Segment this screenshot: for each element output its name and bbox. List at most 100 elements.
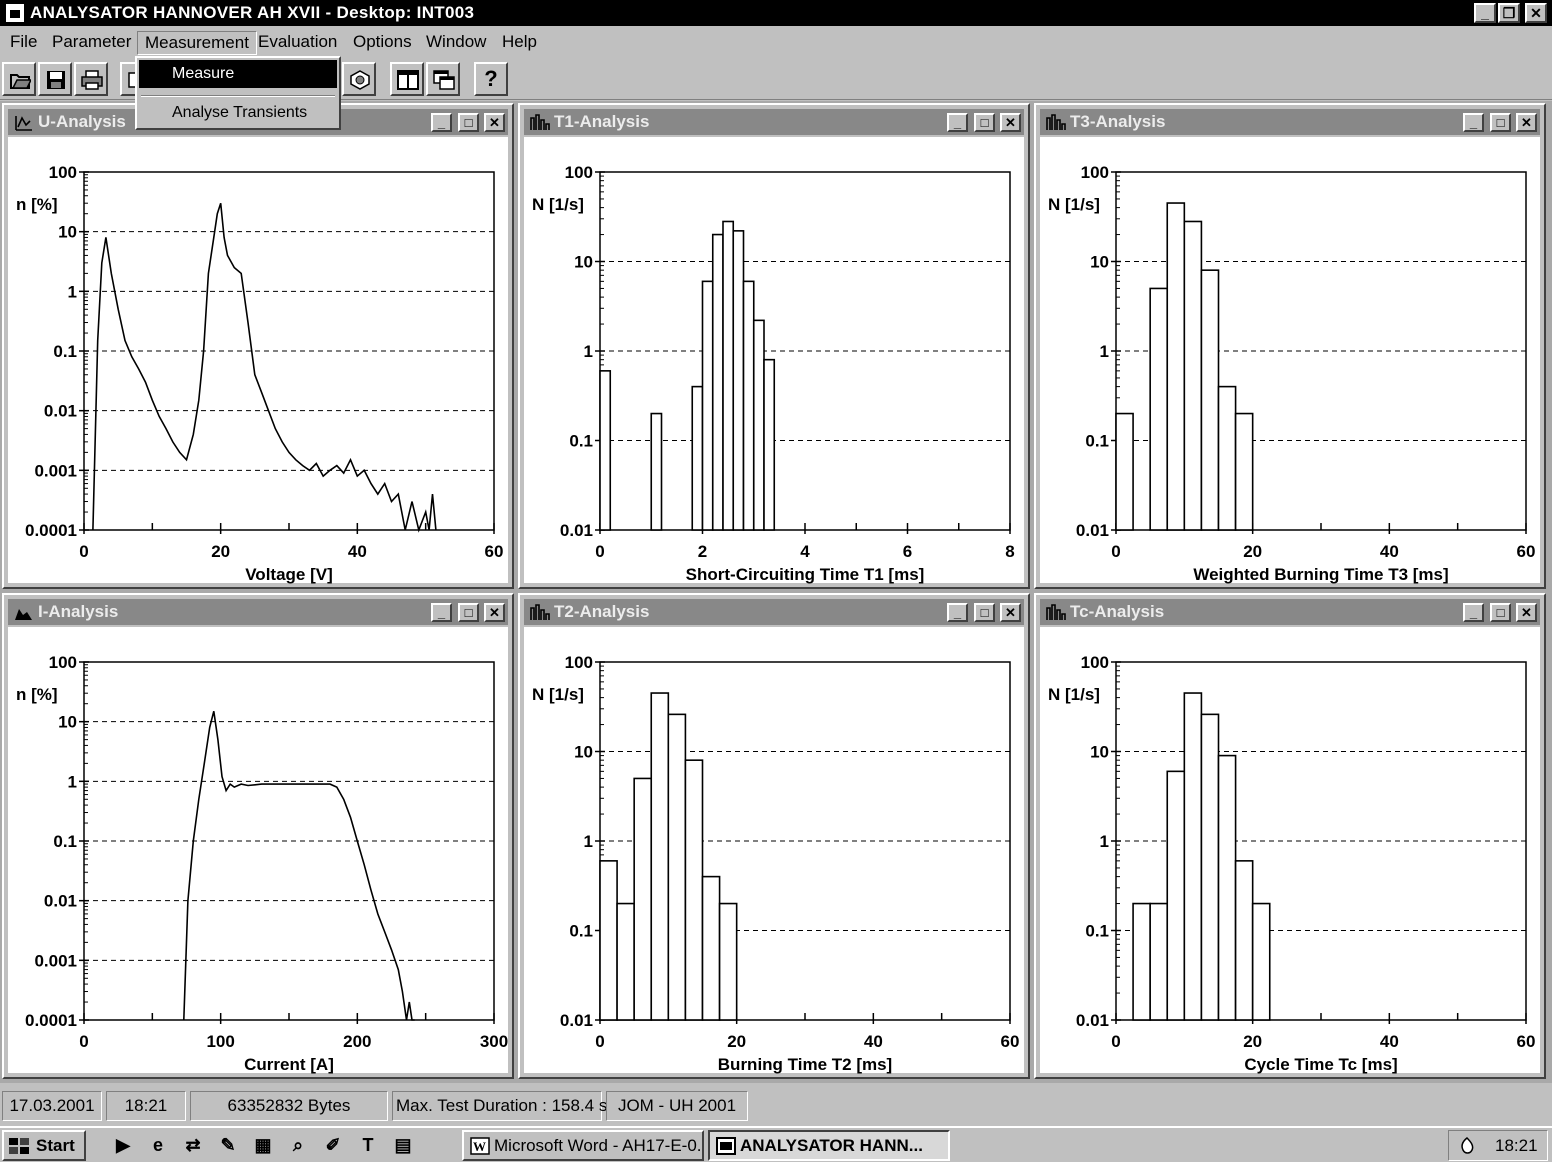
task-analysator[interactable]: ANALYSATOR HANN... bbox=[708, 1130, 950, 1161]
menu-evaluation[interactable]: Evaluation bbox=[251, 31, 344, 55]
panel-t1-title-bar[interactable]: T1-Analysis _ □ ✕ bbox=[524, 109, 1024, 135]
histogram-bar bbox=[599, 860, 618, 1021]
help-icon: ? bbox=[484, 66, 498, 91]
panel-t3-title-bar[interactable]: T3-Analysis _ □ ✕ bbox=[1040, 109, 1540, 135]
panel-t2-title-bar[interactable]: T2-Analysis _ □ ✕ bbox=[524, 599, 1024, 625]
panel-title: T3-Analysis bbox=[1070, 112, 1166, 131]
window-title-bar[interactable]: ANALYSATOR HANNOVER AH XVII - Desktop: I… bbox=[0, 0, 1552, 26]
minimize-button[interactable]: _ bbox=[1474, 3, 1496, 23]
panel-maximize-button[interactable]: □ bbox=[458, 603, 479, 622]
y-tick-label: 10 bbox=[1090, 253, 1109, 272]
taskbar-clock[interactable]: 18:21 bbox=[1495, 1131, 1538, 1160]
mdi-workspace: U-Analysis _ □ ✕ 0.0001 0.001 0.01 0.1 1 10 100 0 20… bbox=[0, 101, 1552, 1083]
panel-u-analysis[interactable]: U-Analysis _ □ ✕ 0.0001 0.001 0.01 0.1 1 10 100 0 20… bbox=[2, 103, 514, 589]
panel-i-analysis[interactable]: I-Analysis _ □ ✕ 0.0001 0.001 0.01 0.1 1 10 100 0 10… bbox=[2, 593, 514, 1079]
panel-close-button[interactable]: ✕ bbox=[1000, 113, 1021, 132]
x-tick-label: 40 bbox=[1380, 542, 1399, 561]
panel-maximize-button[interactable]: □ bbox=[1490, 113, 1511, 132]
notepad-icon[interactable]: ✎ bbox=[217, 1134, 239, 1156]
panel-maximize-button[interactable]: □ bbox=[974, 603, 995, 622]
line-chart-icon bbox=[15, 609, 32, 620]
panel-title: T1-Analysis bbox=[554, 112, 650, 131]
panel-maximize-button[interactable]: □ bbox=[974, 113, 995, 132]
task-word[interactable]: W Microsoft Word - AH17-E-0... bbox=[462, 1130, 704, 1161]
y-tick-label: 0.01 bbox=[560, 1011, 593, 1030]
panel-close-button[interactable]: ✕ bbox=[1516, 113, 1537, 132]
panel-close-button[interactable]: ✕ bbox=[484, 113, 505, 132]
panel-minimize-button[interactable]: _ bbox=[431, 603, 452, 622]
text-icon[interactable]: T bbox=[357, 1134, 379, 1156]
paint-icon[interactable]: ✐ bbox=[322, 1134, 344, 1156]
histogram-bar bbox=[1234, 412, 1254, 531]
x-tick-label: 40 bbox=[348, 542, 367, 561]
status-bytes: 63352832 Bytes bbox=[190, 1091, 388, 1121]
histogram-icon bbox=[1046, 604, 1066, 620]
chart-tc: 0.01 0.1 1 10 100 0 20 40 60 Cycle Time Tc [ms] N … bbox=[1048, 653, 1535, 1074]
histogram-bar bbox=[691, 385, 704, 531]
panel-i-title-bar[interactable]: I-Analysis _ □ ✕ bbox=[8, 599, 508, 625]
close-button[interactable]: ✕ bbox=[1525, 3, 1547, 23]
help-button[interactable]: ? bbox=[474, 62, 508, 96]
histogram-bar bbox=[752, 319, 765, 531]
y-tick-label: 10 bbox=[574, 253, 593, 272]
panel-maximize-button[interactable]: □ bbox=[458, 113, 479, 132]
panel-t1-analysis[interactable]: T1-Analysis _ □ ✕ 0.01 0.1 1 10 100 0 2 4 6 8 Short-Ci… bbox=[518, 103, 1030, 589]
histogram-icon bbox=[1046, 114, 1066, 130]
print-button[interactable] bbox=[74, 62, 108, 96]
x-axis-label: Current [A] bbox=[244, 1055, 334, 1074]
y-tick-label: 0.1 bbox=[1085, 432, 1109, 451]
panel-close-button[interactable]: ✕ bbox=[1000, 603, 1021, 622]
y-tick-label: 1 bbox=[68, 282, 77, 301]
open-button[interactable] bbox=[2, 62, 36, 96]
save-button[interactable] bbox=[38, 62, 72, 96]
tray-app-icon[interactable] bbox=[1457, 1136, 1477, 1156]
x-tick-label: 4 bbox=[800, 542, 810, 561]
restore-button[interactable]: ❐ bbox=[1498, 3, 1520, 23]
panel-close-button[interactable]: ✕ bbox=[484, 603, 505, 622]
menu-item-measure[interactable]: Measure bbox=[139, 60, 337, 88]
cascade-windows-button[interactable] bbox=[426, 62, 460, 96]
histogram-bar bbox=[701, 280, 714, 531]
start-button[interactable]: Start bbox=[2, 1130, 86, 1161]
parameter-toolbar-button[interactable] bbox=[342, 62, 376, 96]
x-tick-label: 0 bbox=[79, 542, 88, 561]
panel-t2-analysis[interactable]: T2-Analysis _ □ ✕ 0.01 0.1 1 10 100 0 20 40 60 Burnin… bbox=[518, 593, 1030, 1079]
panel-minimize-button[interactable]: _ bbox=[947, 113, 968, 132]
tile-windows-button[interactable] bbox=[390, 62, 424, 96]
chart-t1: 0.01 0.1 1 10 100 0 2 4 6 8 Short-Circuiting Time … bbox=[532, 163, 1015, 584]
y-tick-label: 0.01 bbox=[1076, 521, 1109, 540]
internet-explorer-icon[interactable]: e bbox=[147, 1134, 169, 1156]
x-tick-label: 0 bbox=[1111, 1032, 1120, 1051]
menu-parameter[interactable]: Parameter bbox=[45, 31, 138, 55]
panel-title: I-Analysis bbox=[38, 602, 119, 621]
panel-minimize-button[interactable]: _ bbox=[1463, 113, 1484, 132]
histogram-bar bbox=[1166, 202, 1186, 531]
menu-measurement[interactable]: Measurement bbox=[137, 31, 257, 55]
app-icon[interactable] bbox=[6, 4, 24, 22]
histogram-bar bbox=[701, 875, 721, 1021]
histogram-bar bbox=[1183, 220, 1203, 531]
menu-window[interactable]: Window bbox=[419, 31, 493, 55]
panel-tc-title-bar[interactable]: Tc-Analysis _ □ ✕ bbox=[1040, 599, 1540, 625]
panel-tc-analysis[interactable]: Tc-Analysis _ □ ✕ 0.01 0.1 1 10 100 0 20 40 60 Cycle … bbox=[1034, 593, 1546, 1079]
calculator-icon[interactable]: ▦ bbox=[252, 1134, 274, 1156]
panel-t3-analysis[interactable]: T3-Analysis _ □ ✕ 0.01 0.1 1 10 100 0 20 40 60 Weight… bbox=[1034, 103, 1546, 589]
panel-t3-plot-area: 0.01 0.1 1 10 100 0 20 40 60 Weighted Burning Tim… bbox=[1040, 137, 1540, 584]
panel-maximize-button[interactable]: □ bbox=[1490, 603, 1511, 622]
histogram-bar bbox=[1149, 287, 1169, 531]
status-copyright: JOM - UH 2001 bbox=[606, 1091, 748, 1121]
panel-close-button[interactable]: ✕ bbox=[1516, 603, 1537, 622]
menu-file[interactable]: File bbox=[3, 31, 44, 55]
panel-minimize-button[interactable]: _ bbox=[947, 603, 968, 622]
search-icon[interactable]: ⌕ bbox=[287, 1134, 309, 1156]
menu-options[interactable]: Options bbox=[346, 31, 419, 55]
media-player-icon[interactable]: ▶ bbox=[112, 1134, 134, 1156]
menu-item-analyse-transients[interactable]: Analyse Transients bbox=[139, 99, 337, 127]
scheduler-icon[interactable]: ▤ bbox=[392, 1134, 414, 1156]
panel-minimize-button[interactable]: _ bbox=[431, 113, 452, 132]
x-tick-label: 0 bbox=[1111, 542, 1120, 561]
panel-minimize-button[interactable]: _ bbox=[1463, 603, 1484, 622]
menu-help[interactable]: Help bbox=[495, 31, 544, 55]
start-label: Start bbox=[36, 1136, 75, 1155]
network-icon[interactable]: ⇄ bbox=[182, 1134, 204, 1156]
